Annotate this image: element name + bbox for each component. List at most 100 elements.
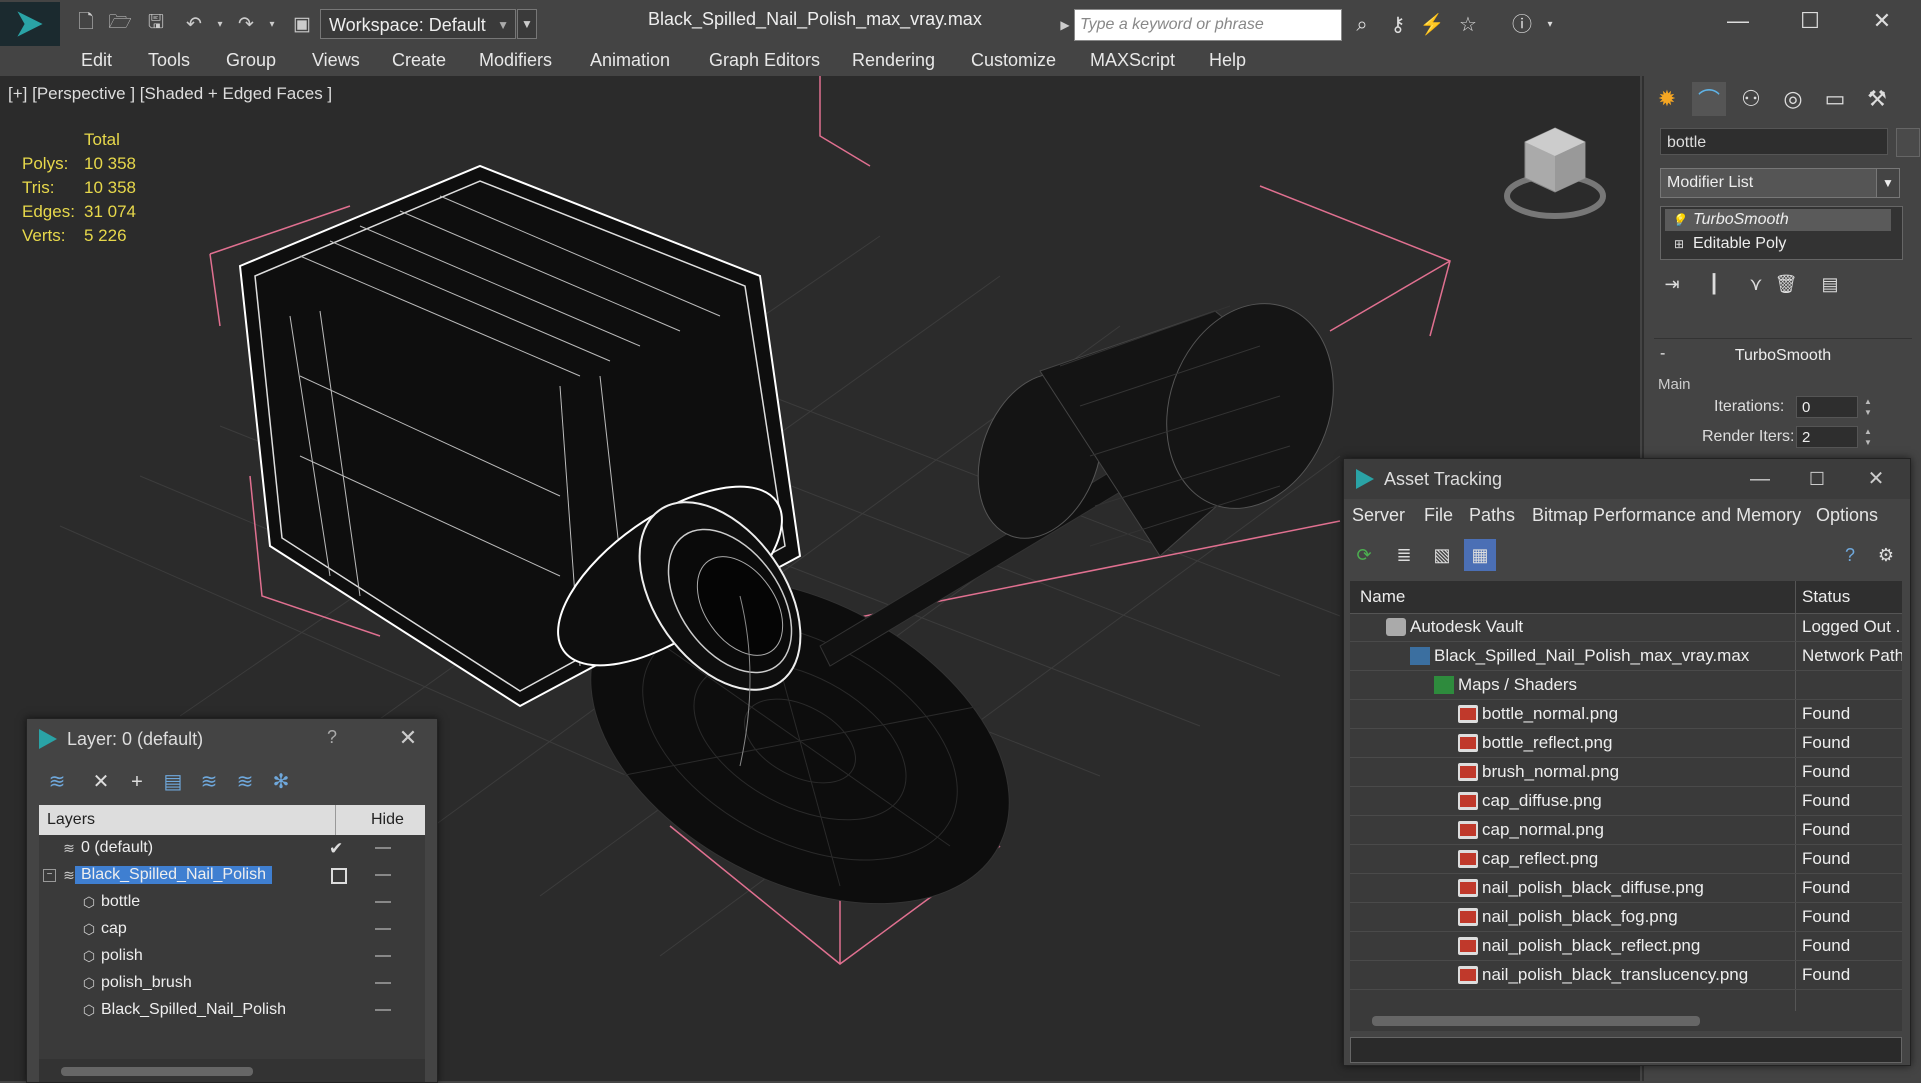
- project-folder-icon[interactable]: ▣: [289, 12, 315, 36]
- object-color-swatch[interactable]: [1896, 128, 1920, 157]
- help-dropdown-icon[interactable]: ▾: [1536, 12, 1564, 38]
- active-layer-check-icon[interactable]: ✔: [329, 839, 343, 859]
- pin-stack-icon[interactable]: ⇥: [1656, 270, 1688, 298]
- hide-toggle[interactable]: [375, 847, 391, 849]
- layer-row[interactable]: ⬡ bottle: [39, 889, 425, 916]
- undo-icon[interactable]: ↶: [181, 12, 207, 36]
- maximize-button[interactable]: ☐: [1789, 463, 1845, 495]
- menu-tools[interactable]: Tools: [148, 50, 190, 71]
- thumbnail-view-icon[interactable]: ▧: [1426, 539, 1458, 571]
- menu-rendering[interactable]: Rendering: [852, 50, 935, 71]
- close-button[interactable]: ✕: [1848, 463, 1904, 495]
- table-row[interactable]: brush_normal.png Found: [1350, 758, 1902, 787]
- configure-modifier-sets-icon[interactable]: ▤: [1814, 270, 1846, 298]
- table-row[interactable]: Autodesk Vault Logged Out .: [1350, 613, 1902, 642]
- stack-item-turbosmooth[interactable]: 💡 TurboSmooth: [1665, 209, 1891, 231]
- redo-icon[interactable]: ↷: [233, 12, 259, 36]
- table-row[interactable]: cap_diffuse.png Found: [1350, 787, 1902, 816]
- redo-dropdown-icon[interactable]: ▾: [259, 12, 285, 36]
- spinner-arrows-icon[interactable]: ▲ ▼: [1862, 426, 1874, 448]
- layer-row[interactable]: ⬡ polish: [39, 943, 425, 970]
- menu-group[interactable]: Group: [226, 50, 276, 71]
- make-unique-icon[interactable]: ⋎: [1740, 270, 1772, 298]
- motion-tab-icon[interactable]: ◎: [1776, 82, 1810, 116]
- workspace-select[interactable]: Workspace: Default ▼: [320, 9, 516, 39]
- key-icon[interactable]: ⚷: [1384, 12, 1412, 38]
- help-icon[interactable]: ⓘ: [1508, 12, 1536, 38]
- collapse-icon[interactable]: −: [43, 869, 56, 882]
- menu-paths[interactable]: Paths: [1469, 505, 1515, 526]
- menu-help[interactable]: Help: [1209, 50, 1246, 71]
- hide-toggle[interactable]: [375, 955, 391, 957]
- search-expand-icon[interactable]: ▶: [1056, 9, 1074, 41]
- scrollbar-thumb[interactable]: [61, 1067, 253, 1076]
- modify-tab-icon[interactable]: ⌒: [1692, 82, 1726, 116]
- add-to-layer-icon[interactable]: +: [121, 767, 153, 797]
- refresh-icon[interactable]: ⟳: [1348, 539, 1380, 571]
- viewcube-icon[interactable]: [1500, 126, 1610, 226]
- close-button[interactable]: ✕: [1854, 4, 1910, 38]
- workspace-menu-button[interactable]: ▼: [517, 9, 537, 39]
- help-icon[interactable]: ?: [327, 727, 337, 748]
- hide-all-icon[interactable]: ≋: [229, 767, 261, 797]
- menu-file[interactable]: File: [1424, 505, 1453, 526]
- viewport-label[interactable]: [+] [Perspective ] [Shaded + Edged Faces…: [8, 84, 332, 104]
- minimize-button[interactable]: —: [1732, 463, 1788, 495]
- exchange-icon[interactable]: ⚡: [1418, 12, 1446, 38]
- table-row[interactable]: bottle_normal.png Found: [1350, 700, 1902, 729]
- open-folder-icon[interactable]: 🗁: [107, 12, 133, 36]
- create-layer-icon[interactable]: ≋: [41, 767, 73, 797]
- hide-toggle[interactable]: [375, 901, 391, 903]
- column-layers[interactable]: Layers: [47, 811, 95, 829]
- table-view-icon[interactable]: ▦: [1464, 539, 1496, 571]
- hide-toggle[interactable]: [375, 874, 391, 876]
- menu-graph-editors[interactable]: Graph Editors: [709, 50, 820, 71]
- column-status[interactable]: Status: [1802, 587, 1850, 607]
- table-row[interactable]: Maps / Shaders: [1350, 671, 1902, 700]
- object-name-field[interactable]: bottle: [1660, 128, 1888, 155]
- scrollbar-thumb[interactable]: [1372, 1016, 1700, 1026]
- path-field[interactable]: [1350, 1037, 1902, 1063]
- spinner-arrows-icon[interactable]: ▲ ▼: [1862, 396, 1874, 418]
- new-file-icon[interactable]: 🗋: [73, 12, 99, 36]
- hide-toggle[interactable]: [375, 982, 391, 984]
- layer-row[interactable]: ≋ 0 (default) ✔: [39, 835, 425, 862]
- remove-modifier-icon[interactable]: 🗑: [1770, 270, 1802, 298]
- table-row[interactable]: Black_Spilled_Nail_Polish_max_vray.max N…: [1350, 642, 1902, 671]
- column-name[interactable]: Name: [1360, 587, 1405, 607]
- list-view-icon[interactable]: ≣: [1388, 539, 1420, 571]
- table-row[interactable]: bottle_reflect.png Found: [1350, 729, 1902, 758]
- search-input[interactable]: [1074, 9, 1342, 41]
- star-icon[interactable]: ☆: [1454, 12, 1482, 38]
- horizontal-scrollbar[interactable]: [1350, 1011, 1902, 1031]
- menu-customize[interactable]: Customize: [971, 50, 1056, 71]
- hide-toggle[interactable]: [375, 1009, 391, 1011]
- layer-row[interactable]: ⬡ polish_brush: [39, 970, 425, 997]
- layer-row[interactable]: ⬡ cap: [39, 916, 425, 943]
- save-icon[interactable]: 🖫: [143, 12, 169, 36]
- layer-row[interactable]: − ≋ Black_Spilled_Nail_Polish: [39, 862, 425, 889]
- menu-edit[interactable]: Edit: [81, 50, 112, 71]
- delete-layer-icon[interactable]: ✕: [85, 767, 117, 797]
- lightbulb-icon[interactable]: 💡: [1665, 209, 1693, 231]
- column-hide[interactable]: Hide: [371, 811, 404, 829]
- app-logo[interactable]: [0, 2, 60, 46]
- menu-modifiers[interactable]: Modifiers: [479, 50, 552, 71]
- rollout-title[interactable]: TurboSmooth: [1654, 347, 1912, 365]
- iterations-spinner[interactable]: 0: [1796, 396, 1858, 418]
- binoculars-icon[interactable]: ⌕: [1348, 12, 1376, 38]
- menu-maxscript[interactable]: MAXScript: [1090, 50, 1175, 71]
- hide-toggle[interactable]: [375, 928, 391, 930]
- menu-views[interactable]: Views: [312, 50, 360, 71]
- menu-server[interactable]: Server: [1352, 505, 1405, 526]
- table-row[interactable]: cap_reflect.png Found: [1350, 845, 1902, 874]
- table-row[interactable]: nail_polish_black_fog.png Found: [1350, 903, 1902, 932]
- horizontal-scrollbar[interactable]: [39, 1059, 425, 1082]
- create-tab-icon[interactable]: ✹: [1650, 82, 1684, 116]
- table-row[interactable]: nail_polish_black_translucency.png Found: [1350, 961, 1902, 990]
- display-tab-icon[interactable]: ▭: [1818, 82, 1852, 116]
- hierarchy-tab-icon[interactable]: ⚇: [1734, 82, 1768, 116]
- table-row[interactable]: cap_normal.png Found: [1350, 816, 1902, 845]
- column-divider[interactable]: [335, 805, 336, 835]
- stack-item-editable-poly[interactable]: ⊞ Editable Poly: [1665, 233, 1891, 255]
